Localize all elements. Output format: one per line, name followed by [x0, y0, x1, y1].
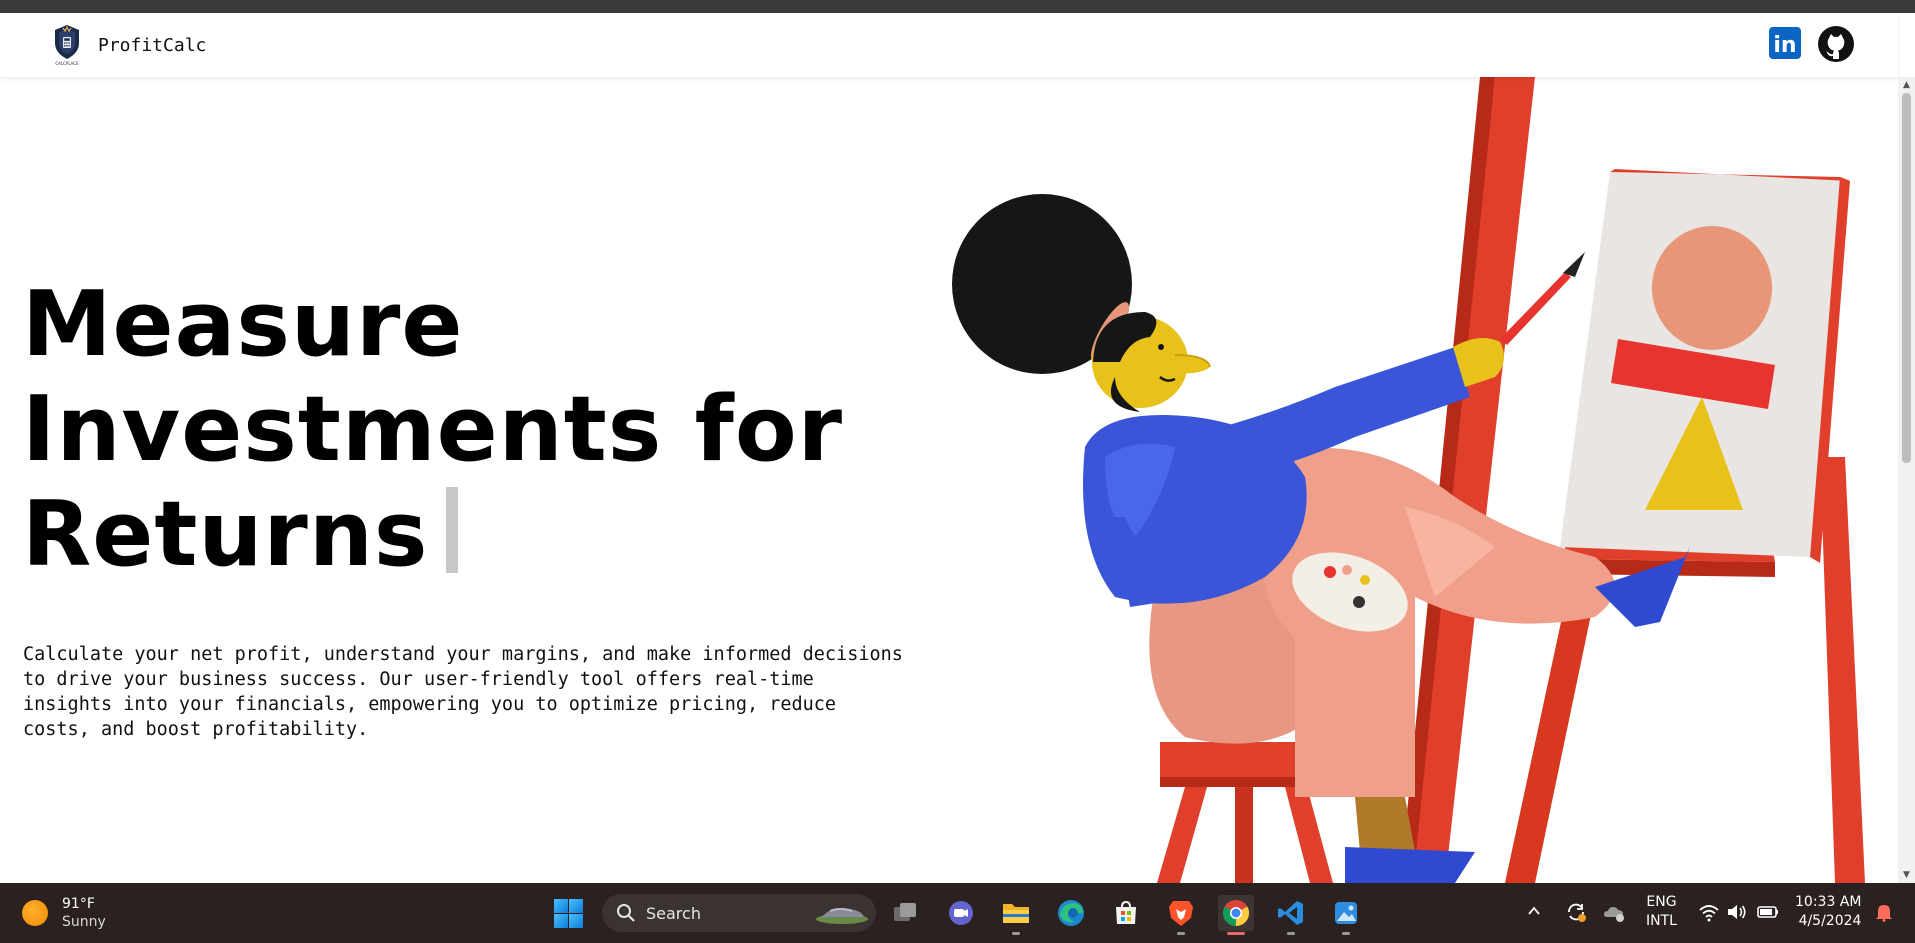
- language-code: ENG: [1646, 894, 1677, 910]
- sun-icon: [22, 900, 48, 926]
- chrome-browser-icon[interactable]: [1218, 895, 1254, 935]
- keyboard-layout: INTL: [1646, 913, 1677, 929]
- hero-title-line-1: Measure: [22, 272, 464, 377]
- search-icon: [617, 904, 635, 922]
- clock-date: 4/5/2024: [1798, 913, 1862, 929]
- language-indicator[interactable]: ENG INTL: [1646, 893, 1677, 931]
- search-highlight-icon: [816, 908, 868, 924]
- active-indicator: [1227, 932, 1245, 935]
- scroll-up-arrow-icon[interactable]: ▲: [1898, 77, 1915, 93]
- running-indicator: [1177, 932, 1185, 935]
- github-icon: [1818, 26, 1854, 62]
- clock-time: 10:33 AM: [1795, 894, 1862, 910]
- windows-taskbar: 91°F Sunny Search ENG INTL 10:33 AM 4/5/…: [0, 883, 1915, 943]
- hero-title: Measure Investments for Returns: [22, 272, 922, 587]
- file-explorer-icon[interactable]: [998, 895, 1034, 935]
- hero-description-line-1: Calculate your net profit, understand yo…: [23, 644, 903, 665]
- brand-name: ProfitCalc: [98, 34, 207, 56]
- linkedin-link[interactable]: in: [1767, 25, 1803, 61]
- hero-description-line-2: to drive your business success. Our user…: [23, 669, 814, 690]
- weather-condition: Sunny: [62, 914, 106, 930]
- weather-temp: 91°F: [62, 896, 95, 912]
- running-indicator: [1287, 932, 1295, 935]
- logo-caption: CALCPLACE: [55, 61, 79, 66]
- running-indicator: [1342, 932, 1350, 935]
- windows-start-icon[interactable]: [553, 898, 583, 928]
- page-scrollbar[interactable]: ▲ ▼: [1898, 77, 1915, 883]
- wifi-icon[interactable]: [1697, 900, 1721, 924]
- typing-cursor: [446, 487, 459, 573]
- task-view-icon[interactable]: [888, 895, 924, 931]
- weather-widget[interactable]: 91°F Sunny: [22, 895, 106, 931]
- hero-description-line-4: costs, and boost profitability.: [23, 719, 369, 740]
- edge-browser-icon[interactable]: [1053, 895, 1089, 931]
- onedrive-icon[interactable]: [1602, 900, 1626, 924]
- linkedin-icon-text: in: [1773, 33, 1796, 58]
- taskbar-search[interactable]: Search: [602, 894, 876, 932]
- microsoft-store-icon[interactable]: [1108, 895, 1144, 931]
- hero-description-line-3: insights into your financials, empowerin…: [23, 694, 837, 715]
- hero-title-line-3: Returns: [22, 482, 429, 587]
- notification-bell-icon[interactable]: [1874, 902, 1894, 922]
- chevron-up-icon[interactable]: [1526, 903, 1542, 919]
- site-navbar: CALCPLACE ProfitCalc in: [0, 13, 1898, 77]
- scroll-thumb[interactable]: [1902, 93, 1911, 463]
- hero-illustration: [935, 77, 1898, 883]
- running-indicator: [1012, 932, 1020, 935]
- teams-chat-icon[interactable]: [943, 895, 979, 931]
- battery-icon[interactable]: [1756, 900, 1780, 924]
- social-links: in: [1767, 25, 1854, 62]
- sync-icon[interactable]: [1564, 900, 1588, 924]
- brave-browser-icon[interactable]: [1163, 895, 1199, 935]
- vscode-icon[interactable]: [1273, 895, 1309, 935]
- volume-icon[interactable]: [1725, 900, 1749, 924]
- linkedin-icon: in: [1769, 27, 1801, 59]
- brand-logo-icon: CALCPLACE: [52, 23, 82, 67]
- system-clock[interactable]: 10:33 AM 4/5/2024: [1795, 893, 1861, 931]
- hero-description: Calculate your net profit, understand yo…: [23, 642, 983, 742]
- brand-link[interactable]: CALCPLACE ProfitCalc: [52, 23, 206, 67]
- search-label: Search: [646, 903, 701, 923]
- browser-top-strip: [0, 0, 1915, 13]
- photos-app-icon[interactable]: [1328, 895, 1364, 935]
- hero-title-line-2: Investments for: [22, 377, 844, 482]
- github-link[interactable]: [1817, 25, 1854, 62]
- scroll-down-arrow-icon[interactable]: ▼: [1898, 867, 1915, 883]
